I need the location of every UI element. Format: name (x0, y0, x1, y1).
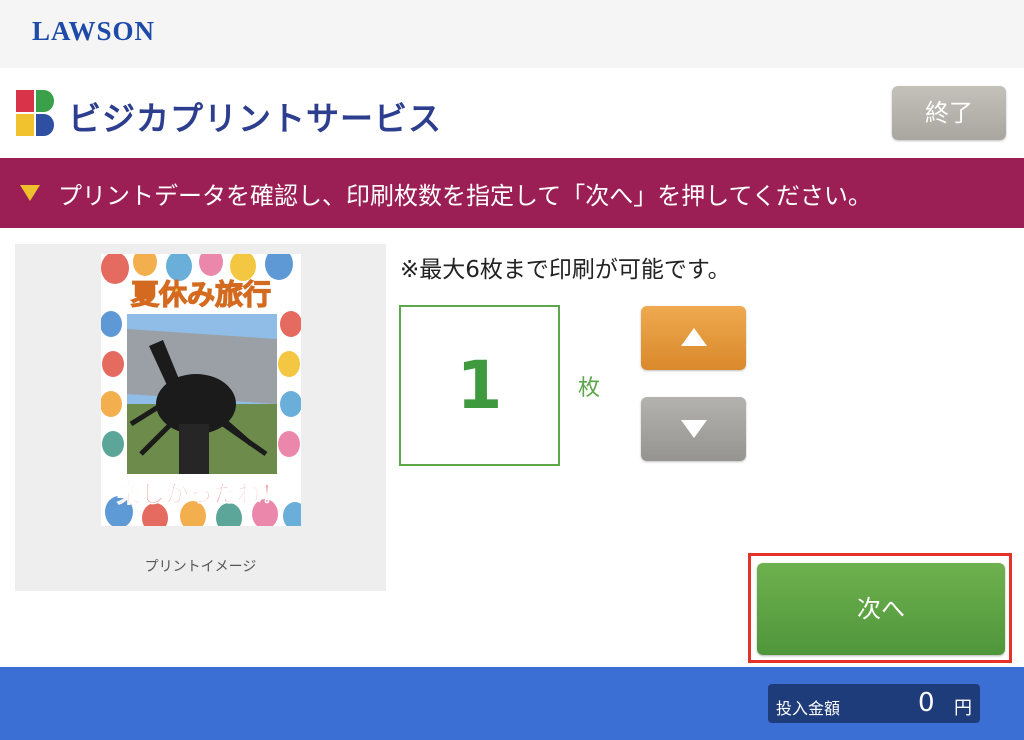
inserted-amount-value: 0 (918, 688, 935, 718)
poster-image: 夏休み旅行 楽しかったね！ (101, 254, 301, 526)
increase-quantity-button[interactable] (641, 306, 746, 370)
quantity-display: 1 (399, 305, 560, 466)
end-button[interactable]: 終了 (892, 86, 1006, 140)
instruction-text: プリントデータを確認し、印刷枚数を指定して「次へ」を押してください。 (58, 182, 872, 210)
service-header: ビジカプリントサービス 終了 (0, 68, 1024, 158)
footer-bar: 投入金額 0 円 (0, 667, 1024, 740)
poster-title: 夏休み旅行 (131, 278, 271, 311)
lawson-logo: LAWSON (32, 16, 156, 46)
instruction-banner: プリントデータを確認し、印刷枚数を指定して「次へ」を押してください。 (0, 158, 1024, 228)
poster-footer: 楽しかったね！ (117, 480, 285, 508)
inserted-amount-label: 投入金額 (776, 699, 841, 718)
max-print-note: ※最大6枚まで印刷が可能です。 (400, 257, 731, 283)
print-preview: 夏休み旅行 楽しかったね！ プリントイメージ (15, 244, 386, 591)
next-button[interactable]: 次へ (757, 563, 1005, 655)
poster-graphic: 夏休み旅行 楽しかったね！ (101, 254, 301, 526)
quantity-unit: 枚 (578, 376, 601, 401)
inserted-amount-panel: 投入金額 0 円 (768, 684, 980, 723)
top-bar: LAWSON (0, 0, 1024, 68)
banner-triangle-icon (20, 185, 40, 201)
service-title: ビジカプリントサービス (68, 99, 442, 138)
decrease-quantity-button[interactable] (641, 397, 746, 461)
arrow-down-icon (681, 420, 707, 438)
bizica-logo-icon (16, 90, 54, 136)
preview-caption: プリントイメージ (144, 559, 257, 575)
arrow-up-icon (681, 328, 707, 346)
inserted-amount-unit: 円 (954, 698, 972, 719)
